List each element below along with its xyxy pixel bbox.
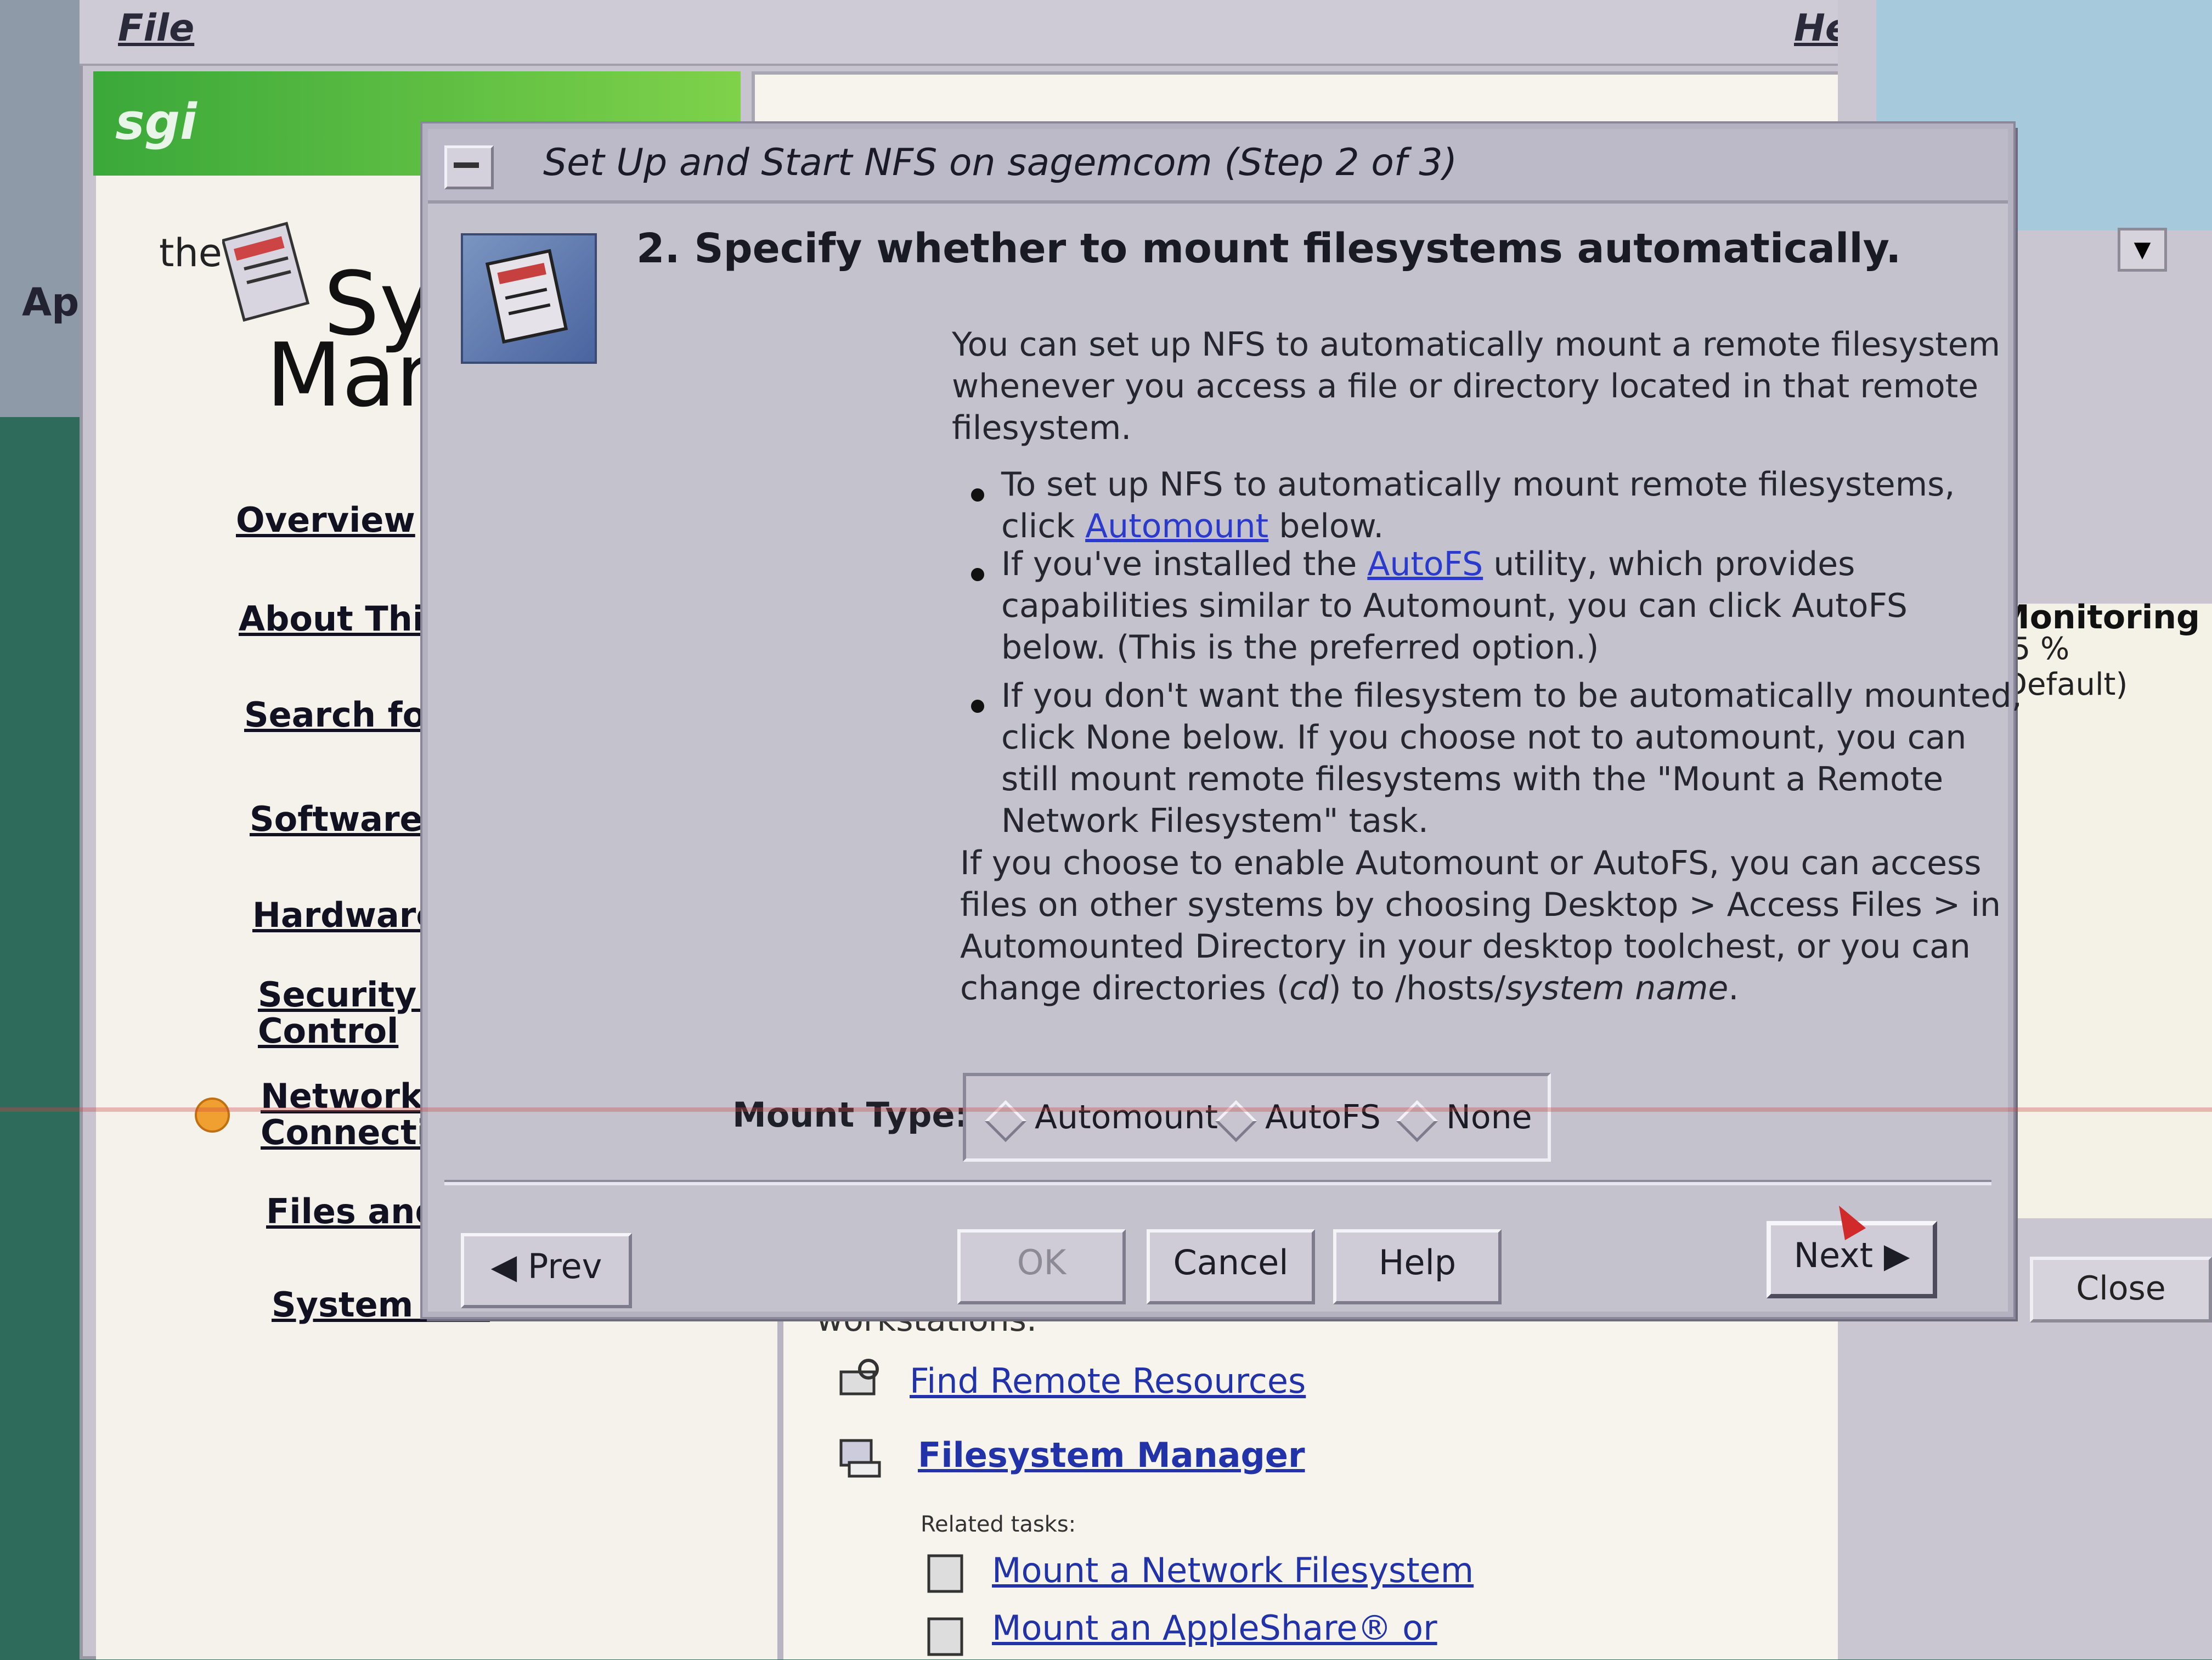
filesystem-manager-icon — [839, 1439, 881, 1478]
nav-overview[interactable]: Overview — [236, 502, 415, 538]
menu-bar: File Help — [80, 0, 1912, 66]
nfs-task-icon — [461, 233, 597, 364]
link-find-remote-resources[interactable]: Find Remote Resources — [910, 1361, 1306, 1401]
link-mount-network-filesystem[interactable]: Mount a Network Filesystem — [992, 1550, 1474, 1590]
outro-text-mid: ) to /hosts/ — [1328, 969, 1506, 1008]
radio-none-label[interactable]: None — [1446, 1098, 1532, 1136]
radio-autofs[interactable] — [1215, 1100, 1257, 1143]
link-automount[interactable]: Automount — [1085, 507, 1268, 545]
find-remote-resources-icon — [839, 1359, 879, 1395]
nfs-setup-dialog: Set Up and Start NFS on sagemcom (Step 2… — [422, 123, 2022, 1317]
title-prefix: the — [159, 230, 222, 275]
mount-type-label: Mount Type: — [732, 1095, 969, 1135]
mount-appleshare-icon — [927, 1617, 963, 1656]
prev-button[interactable]: ◀ Prev — [461, 1233, 632, 1308]
monitoring-label: e Monitoring — [1997, 560, 2200, 637]
current-section-indicator-icon — [195, 1098, 230, 1133]
outro-system-name: system name — [1505, 969, 1729, 1008]
outro-text-end: . — [1728, 969, 1739, 1008]
nav-software[interactable]: Software — [250, 801, 423, 837]
top-search-field[interactable] — [752, 71, 1849, 132]
background-window-fragment: Ap — [22, 280, 80, 325]
link-autofs[interactable]: AutoFS — [1367, 545, 1483, 583]
bullet-icon — [971, 568, 984, 581]
ok-button[interactable]: OK — [957, 1229, 1126, 1304]
dialog-title: Set Up and Start NFS on sagemcom (Step 2… — [543, 141, 1458, 184]
bullet-icon — [971, 700, 984, 713]
outro-cd: cd — [1289, 969, 1329, 1008]
bullet-autofs: If you've installed the AutoFS utility, … — [1001, 543, 1908, 668]
mount-network-filesystem-icon — [927, 1554, 963, 1593]
cancel-button[interactable]: Cancel — [1147, 1229, 1315, 1304]
screen-scanline-artifact — [0, 1107, 2212, 1112]
link-filesystem-manager[interactable]: Filesystem Manager — [918, 1435, 1305, 1475]
content-pane: workstations. Find Remote Resources File… — [779, 1295, 1849, 1659]
scroll-down-button[interactable]: ▼ — [2118, 228, 2167, 272]
radio-autofs-label[interactable]: AutoFS — [1265, 1098, 1381, 1136]
monitoring-default-value: 95 % (Default) — [1991, 631, 2128, 702]
radio-automount[interactable] — [984, 1100, 1027, 1143]
outro-paragraph: If you choose to enable Automount or Aut… — [960, 842, 2001, 1009]
nav-search-for[interactable]: Search for — [244, 697, 443, 733]
bullet-automount-text-post: below. — [1268, 507, 1384, 545]
menu-file[interactable]: File — [118, 7, 194, 50]
bullet-none: If you don't want the filesystem to be a… — [1001, 677, 2022, 840]
intro-paragraph: You can set up NFS to automatically moun… — [952, 325, 2001, 447]
desktop-background-strip: Ap — [0, 0, 82, 417]
mount-type-radio-group: Automount AutoFS None — [963, 1073, 1551, 1162]
radio-automount-label[interactable]: Automount — [1035, 1098, 1218, 1136]
radio-none[interactable] — [1396, 1100, 1438, 1143]
bullet-autofs-text-pre: If you've installed the — [1001, 545, 1368, 583]
step-heading: 2. Specify whether to mount filesystems … — [636, 225, 1901, 272]
bullet-automount: To set up NFS to automatically mount rem… — [1001, 464, 1955, 547]
dialog-separator — [444, 1180, 1991, 1185]
nav-about-this[interactable]: About This — [239, 601, 444, 637]
close-button[interactable]: Close — [2030, 1257, 2212, 1323]
dialog-titlebar[interactable]: Set Up and Start NFS on sagemcom (Step 2… — [428, 129, 2008, 204]
bullet-icon — [971, 488, 984, 502]
help-button[interactable]: Help — [1333, 1229, 1502, 1304]
window-menu-button[interactable] — [444, 145, 494, 189]
sgi-logo: sgi — [115, 93, 197, 151]
system-manager-book-icon — [222, 222, 310, 322]
link-mount-appleshare[interactable]: Mount an AppleShare® or — [992, 1608, 1437, 1648]
related-tasks-label: Related tasks: — [921, 1512, 1076, 1537]
